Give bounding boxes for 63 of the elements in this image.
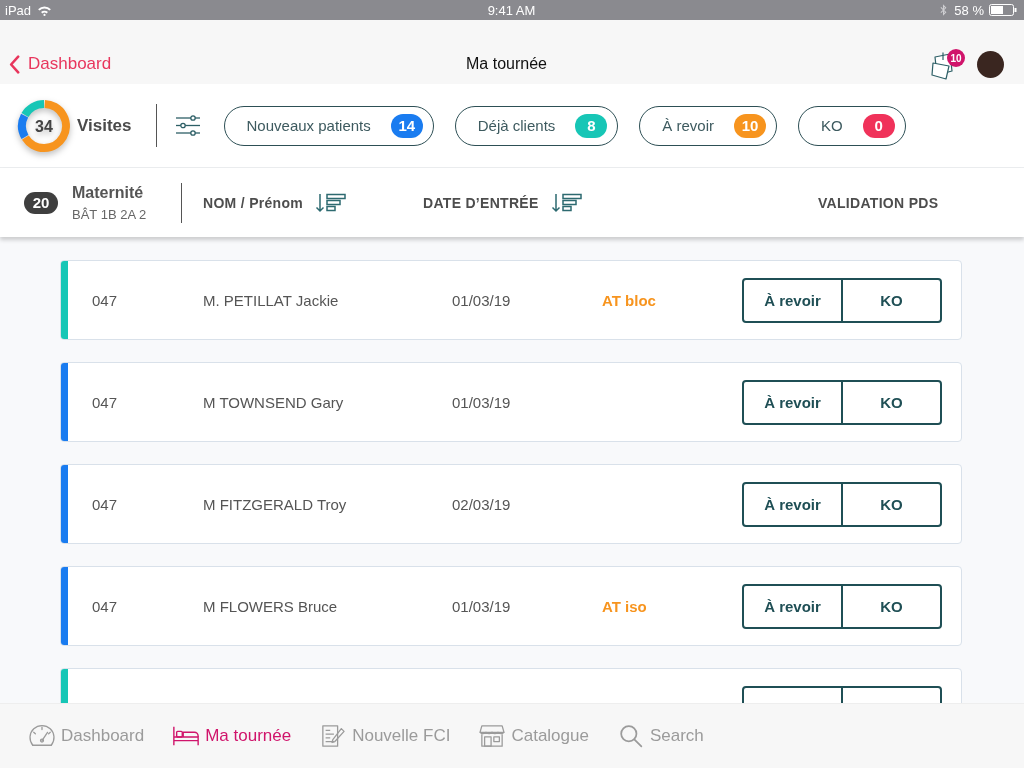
visits-count: 34 xyxy=(35,117,53,134)
filter-label: KO xyxy=(821,117,843,134)
notification-badge: 10 xyxy=(947,49,965,67)
action-button[interactable]: KO xyxy=(841,279,940,321)
patient-name: M TOWNSEND Gary xyxy=(203,393,344,411)
filter-label: À revoir xyxy=(662,117,714,134)
device-name: iPad xyxy=(5,2,32,18)
patient-card[interactable]: 047 M FLOWERS Bruce 01/03/19 AT iso À revoir KO xyxy=(60,566,962,646)
patient-card[interactable]: 047 M. PETILLAT Jackie 01/03/19 AT bloc À revoir KO xyxy=(60,260,962,340)
status-time: 9:41 AM xyxy=(487,2,536,18)
room-number: 047 xyxy=(92,597,118,615)
column-header[interactable]: DATE D’ENTRÉE xyxy=(423,192,583,213)
document-pencil-icon xyxy=(319,724,348,748)
count-badge: 0 xyxy=(862,113,895,138)
action-button[interactable]: KO xyxy=(841,483,940,525)
action-button[interactable]: À revoir xyxy=(744,381,841,423)
filter-settings-button[interactable] xyxy=(175,115,200,136)
gauge-icon xyxy=(28,724,56,748)
filter-label: Déjà clients xyxy=(477,117,556,134)
wifi-icon xyxy=(37,4,53,16)
sort-descending-icon xyxy=(550,192,583,213)
bluetooth-icon xyxy=(940,4,948,16)
chevron-left-icon xyxy=(9,54,20,74)
action-button[interactable]: À revoir xyxy=(744,279,841,321)
status-label: AT iso xyxy=(602,597,647,615)
room-number: 047 xyxy=(92,393,118,411)
patient-name: M. PETILLAT Jackie xyxy=(203,291,339,309)
action-button[interactable]: KO xyxy=(841,585,940,627)
room-number: 047 xyxy=(92,291,118,309)
column-header[interactable]: NOM / Prénom xyxy=(203,192,348,213)
visits-label: Visites xyxy=(77,115,132,136)
count-badge: 14 xyxy=(390,113,423,138)
page-title: Ma tournée xyxy=(466,55,547,73)
ward-name: Maternité xyxy=(72,183,145,202)
patient-name: M FITZGERALD Troy xyxy=(203,495,347,513)
column-header: VALIDATION PDS xyxy=(818,194,939,211)
notes-button[interactable]: 10 xyxy=(931,47,967,81)
status-label: AT bloc xyxy=(602,291,656,309)
entry-date: 02/03/19 xyxy=(452,495,511,513)
back-link[interactable]: Dashboard xyxy=(9,54,112,74)
action-button[interactable]: KO xyxy=(841,381,940,423)
battery-percent: 58 % xyxy=(954,2,984,18)
action-button[interactable]: À revoir xyxy=(744,585,841,627)
building-label: BÂT 1B 2A 2 xyxy=(72,206,147,222)
storefront-icon xyxy=(478,724,507,748)
bed-icon xyxy=(172,724,201,748)
entry-date: 01/03/19 xyxy=(452,393,511,411)
count-badge: 8 xyxy=(575,113,608,138)
room-number: 047 xyxy=(92,495,118,513)
filter-label: Nouveaux patients xyxy=(246,117,371,134)
sliders-icon xyxy=(175,115,200,136)
count-badge: 10 xyxy=(734,113,766,138)
avatar[interactable] xyxy=(977,50,1004,78)
entry-date: 01/03/19 xyxy=(452,291,511,309)
entry-date: 01/03/19 xyxy=(452,597,511,615)
patient-card[interactable]: 047 M FITZGERALD Troy 02/03/19 À revoir KO xyxy=(60,464,962,544)
sort-descending-icon xyxy=(315,192,348,213)
patient-card[interactable]: 047 M TOWNSEND Gary 01/03/19 À revoir KO xyxy=(60,362,962,442)
tab-item[interactable]: Ma tournée xyxy=(172,724,292,748)
battery-icon xyxy=(988,4,1018,16)
action-button[interactable]: À revoir xyxy=(744,483,841,525)
ward-count-badge: 20 xyxy=(24,191,58,214)
patient-name: M FLOWERS Bruce xyxy=(203,597,338,615)
